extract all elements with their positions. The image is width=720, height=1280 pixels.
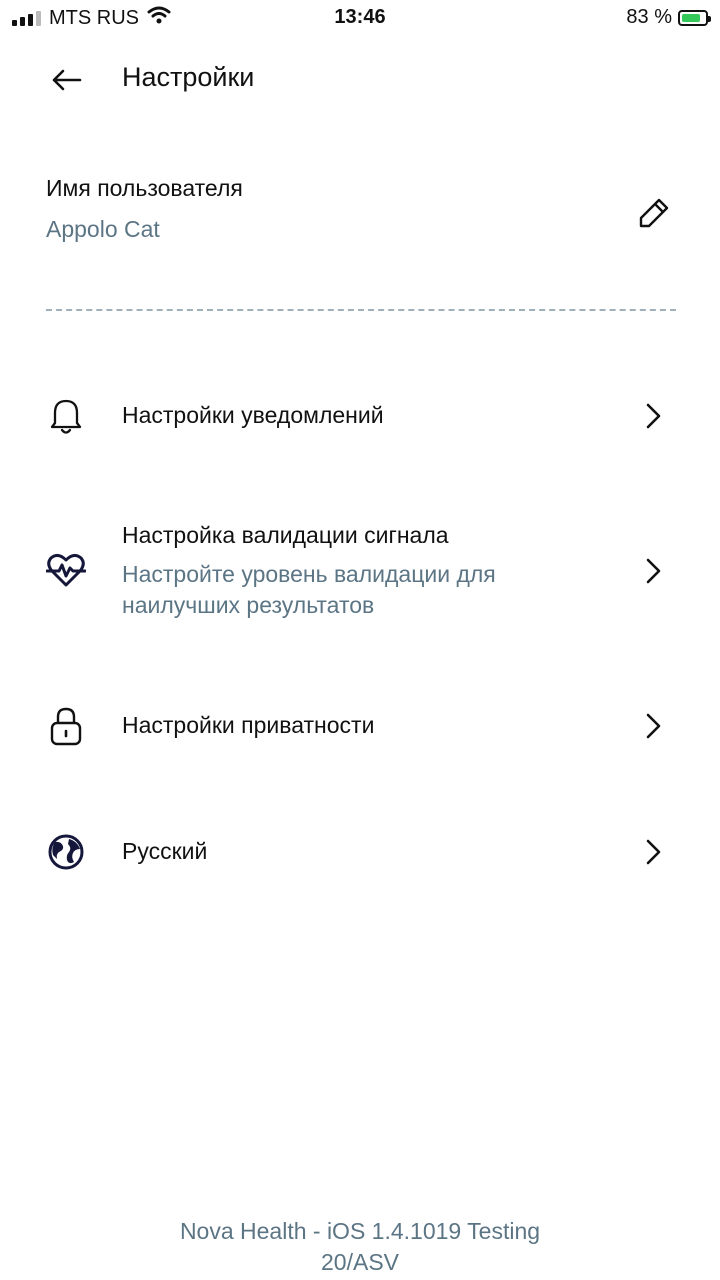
chevron-right-icon [638, 401, 668, 431]
edit-username-button[interactable] [632, 191, 676, 235]
header: Настройки [0, 50, 720, 110]
username-section: Имя пользователя Appolo Cat [46, 175, 676, 255]
status-bar: MTS RUS 13:46 83 % [0, 0, 720, 38]
battery-fill [682, 13, 700, 22]
username-label: Имя пользователя [46, 175, 243, 201]
pencil-icon [639, 198, 669, 228]
version-line: Nova Health - iOS 1.4.1019 Testing [179, 1218, 541, 1244]
menu-title: Настройка валидации сигнала [122, 522, 449, 548]
menu-title: Русский [122, 838, 208, 864]
menu-text: Настройки уведомлений [122, 402, 602, 429]
battery-icon [678, 9, 711, 26]
back-button[interactable] [44, 60, 88, 100]
menu-subtitle-line: наилучших результатов [122, 592, 375, 618]
menu-subtitle-line: Настройте уровень валидации для [122, 561, 496, 587]
username-value: Appolo Cat [46, 216, 160, 242]
menu-text: Русский [122, 838, 602, 865]
menu-text: Настройка валидации сигнала Настройте ур… [122, 522, 602, 621]
menu-subtitle: Настройте уровень валидации для наилучши… [122, 559, 602, 621]
chevron-right-icon [638, 556, 668, 586]
status-time: 13:46 [334, 6, 386, 28]
globe-icon [46, 832, 86, 872]
battery-percent: 83 % [626, 6, 672, 28]
version-line: 20/ASV [321, 1249, 399, 1275]
page-title: Настройки [122, 62, 255, 92]
menu-item-notifications[interactable]: Настройки уведомлений [0, 394, 720, 438]
app-version-footer: Nova Health - iOS 1.4.1019 Testing 20/AS… [0, 1216, 720, 1278]
menu-text: Настройки приватности [122, 712, 602, 739]
menu-item-privacy[interactable]: Настройки приватности [0, 704, 720, 748]
lock-icon [46, 706, 86, 746]
menu-item-language[interactable]: Русский [0, 830, 720, 874]
chevron-right-icon [638, 837, 668, 867]
arrow-left-icon [52, 69, 82, 91]
chevron-right-icon [638, 711, 668, 741]
menu-item-signal-validation[interactable]: Настройка валидации сигнала Настройте ур… [0, 520, 720, 624]
menu-title: Настройки приватности [122, 712, 375, 738]
heart-pulse-icon [46, 550, 86, 590]
menu-title: Настройки уведомлений [122, 402, 384, 428]
dashed-divider [46, 309, 676, 311]
bell-icon [46, 396, 86, 436]
status-right: 83 % [626, 6, 711, 29]
